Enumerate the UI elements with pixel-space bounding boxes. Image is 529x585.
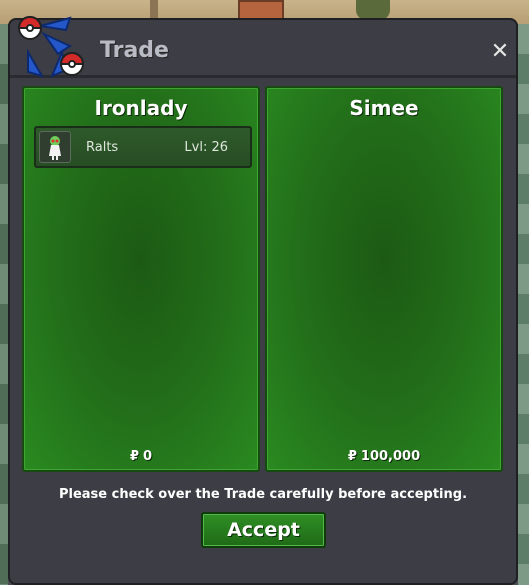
close-icon[interactable]: ✕ (488, 40, 512, 64)
world-tile (150, 0, 158, 20)
accept-button[interactable]: Accept (201, 512, 326, 548)
item-name: Ralts (86, 140, 119, 155)
money-offer: ₽100,000 (267, 449, 501, 464)
trade-window: Trade ✕ Ironlady Ralts Lvl: 26 ₽ 0 Simee… (8, 16, 518, 585)
item-level: Lvl: 26 (184, 140, 228, 155)
money-amount: 100,000 (360, 449, 421, 464)
game-world-left-edge (0, 24, 8, 585)
trade-item-row[interactable]: Ralts Lvl: 26 (34, 126, 252, 168)
player-name: Ironlady (94, 96, 188, 120)
trade-panel-ironlady: Ironlady Ralts Lvl: 26 ₽0 (22, 86, 260, 472)
money-offer: ₽0 (24, 449, 258, 464)
window-title: Trade (100, 38, 169, 63)
world-npc (356, 0, 390, 20)
money-amount: 0 (143, 449, 153, 464)
trade-panel-simee: Simee ₽100,000 (265, 86, 503, 472)
ralts-sprite-icon (39, 131, 71, 163)
pokeball-swap-icon (17, 16, 85, 78)
trade-notice: Please check over the Trade carefully be… (58, 487, 468, 502)
player-name: Simee (349, 96, 419, 120)
game-world-right-edge (518, 24, 529, 585)
pokedollar-icon: ₽ (347, 449, 357, 464)
pokedollar-icon: ₽ (129, 449, 139, 464)
